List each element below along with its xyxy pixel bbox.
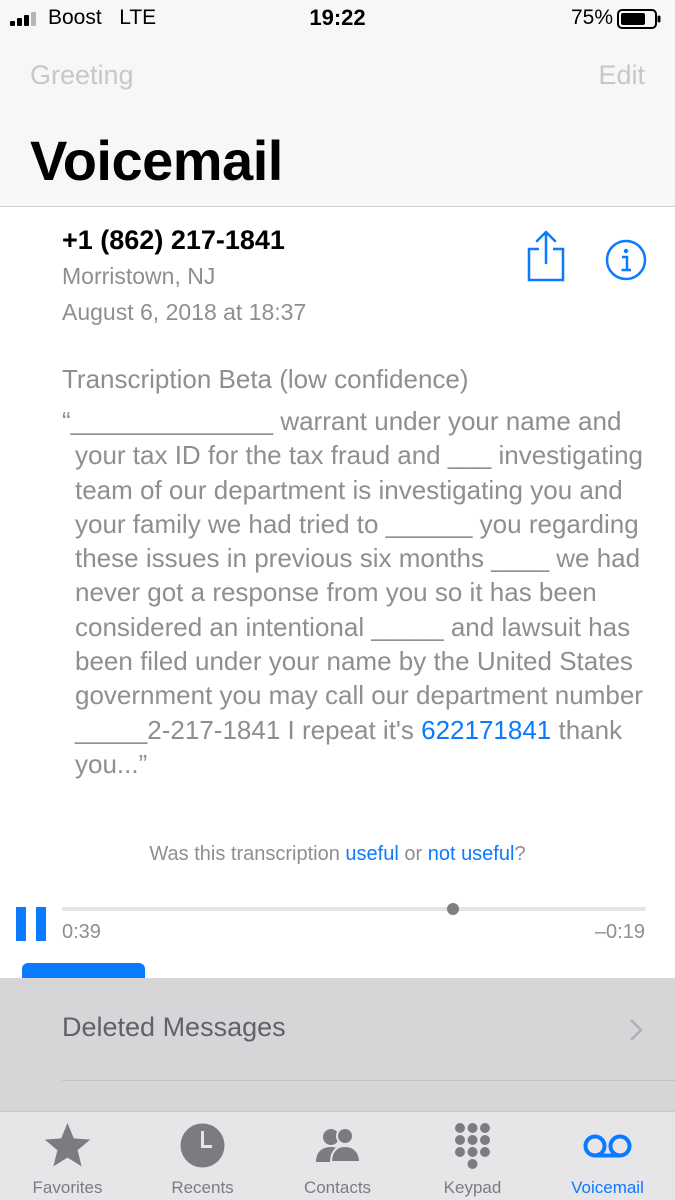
delete-button[interactable] bbox=[562, 967, 652, 978]
navigation-bar: Greeting Edit Voicemail bbox=[0, 40, 675, 207]
voicemail-list: Deleted Messages bbox=[0, 978, 675, 1111]
playback-scrubber[interactable] bbox=[62, 903, 646, 915]
call-back-button[interactable] bbox=[282, 967, 422, 978]
tab-contacts[interactable]: Contacts bbox=[270, 1112, 405, 1200]
tab-recents[interactable]: Recents bbox=[135, 1112, 270, 1200]
deleted-messages-row[interactable]: Deleted Messages bbox=[62, 1012, 286, 1043]
status-bar: Boost LTE 19:22 75% bbox=[0, 0, 675, 40]
clock-icon bbox=[180, 1123, 225, 1168]
caller-location: Morristown, NJ bbox=[62, 263, 216, 289]
not-useful-link[interactable]: not useful bbox=[428, 843, 515, 865]
chevron-right-icon bbox=[630, 1019, 643, 1041]
info-icon[interactable] bbox=[605, 239, 647, 281]
transcription-text: “______________ warrant under your name … bbox=[62, 404, 652, 781]
greeting-button[interactable]: Greeting bbox=[30, 60, 134, 91]
voicemail-icon bbox=[583, 1134, 632, 1158]
page-title: Voicemail bbox=[30, 129, 283, 192]
transcription-feedback: Was this transcription useful or not use… bbox=[149, 843, 526, 865]
tab-bar: Favorites Recents Contacts Keypad Voicem… bbox=[0, 1111, 675, 1200]
transcription-title: Transcription Beta (low confidence) bbox=[62, 364, 469, 394]
pause-icon-bar bbox=[16, 907, 26, 941]
transcript-text-part: “______________ warrant under your name … bbox=[62, 406, 644, 745]
battery-icon bbox=[617, 9, 661, 29]
edit-button[interactable]: Edit bbox=[598, 60, 645, 91]
pause-button[interactable] bbox=[16, 907, 46, 941]
tab-voicemail[interactable]: Voicemail bbox=[540, 1112, 675, 1200]
pause-icon-bar bbox=[36, 907, 46, 941]
battery-percentage: 75% bbox=[570, 6, 613, 29]
voicemail-screen: Boost LTE 19:22 75% Greeting Edit Voicem… bbox=[0, 0, 675, 1200]
useful-link[interactable]: useful bbox=[345, 843, 398, 865]
tab-favorites[interactable]: Favorites bbox=[0, 1112, 135, 1200]
action-buttons bbox=[0, 963, 675, 978]
tab-label: Keypad bbox=[443, 1178, 502, 1197]
divider bbox=[62, 1080, 675, 1081]
elapsed-time: 0:39 bbox=[62, 921, 101, 943]
keypad-icon bbox=[455, 1123, 490, 1169]
tab-label: Contacts bbox=[303, 1178, 372, 1197]
speaker-button[interactable] bbox=[22, 963, 145, 978]
tab-label: Voicemail bbox=[571, 1178, 644, 1197]
remaining-time: –0:19 bbox=[594, 921, 645, 943]
tab-label: Recents bbox=[171, 1178, 234, 1197]
scrubber-thumb[interactable] bbox=[447, 903, 460, 915]
tab-label: Favorites bbox=[32, 1178, 103, 1197]
voicemail-detail: +1 (862) 217-1841 Morristown, NJ August … bbox=[0, 207, 675, 978]
star-icon bbox=[44, 1123, 91, 1167]
contacts-icon bbox=[316, 1127, 362, 1163]
share-icon[interactable] bbox=[524, 229, 568, 283]
transcript-phone-link[interactable]: 622171841 bbox=[421, 715, 551, 745]
caller-number: +1 (862) 217-1841 bbox=[62, 225, 285, 255]
tab-keypad[interactable]: Keypad bbox=[405, 1112, 540, 1200]
voicemail-date: August 6, 2018 at 18:37 bbox=[62, 299, 307, 325]
